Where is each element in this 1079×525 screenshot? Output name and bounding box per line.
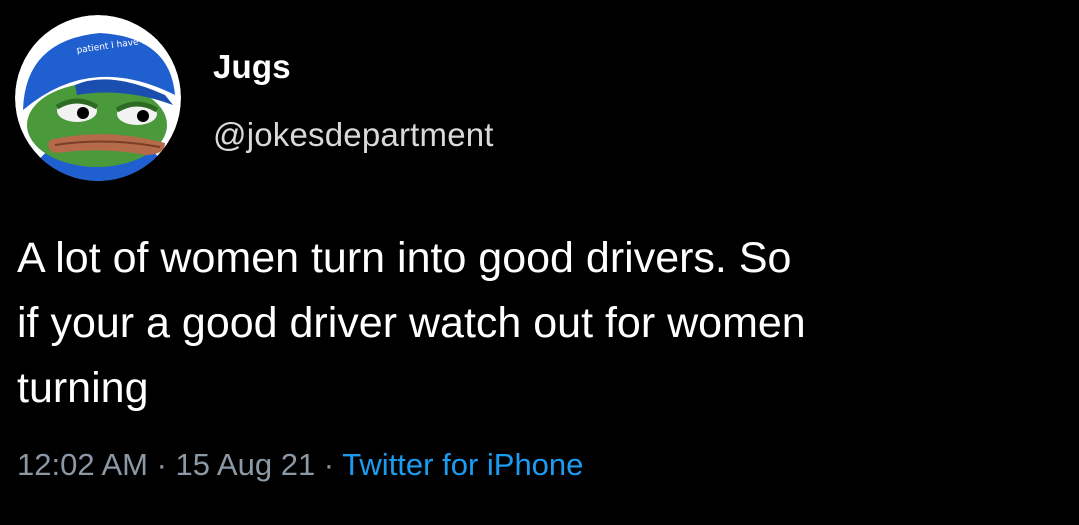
- tweet-date[interactable]: 15 Aug 21: [176, 447, 316, 482]
- meta-separator: ·: [315, 447, 343, 482]
- author-display-name[interactable]: Jugs: [213, 48, 291, 86]
- author-handle[interactable]: @jokesdepartment: [213, 116, 494, 154]
- tweet-card: patient I have autism Jugs @jokesdepartm…: [0, 0, 1079, 525]
- profile-avatar-icon[interactable]: patient I have autism: [15, 15, 181, 181]
- tweet-source-link[interactable]: Twitter for iPhone: [342, 447, 583, 482]
- tweet-time[interactable]: 12:02 AM: [17, 447, 148, 482]
- meta-separator: ·: [147, 447, 176, 482]
- tweet-text: A lot of women turn into good drivers. S…: [17, 234, 806, 412]
- pepe-frog-avatar-icon: patient I have autism: [15, 15, 181, 181]
- tweet-metadata: 12:02 AM · 15 Aug 21 · Twitter for iPhon…: [17, 447, 583, 483]
